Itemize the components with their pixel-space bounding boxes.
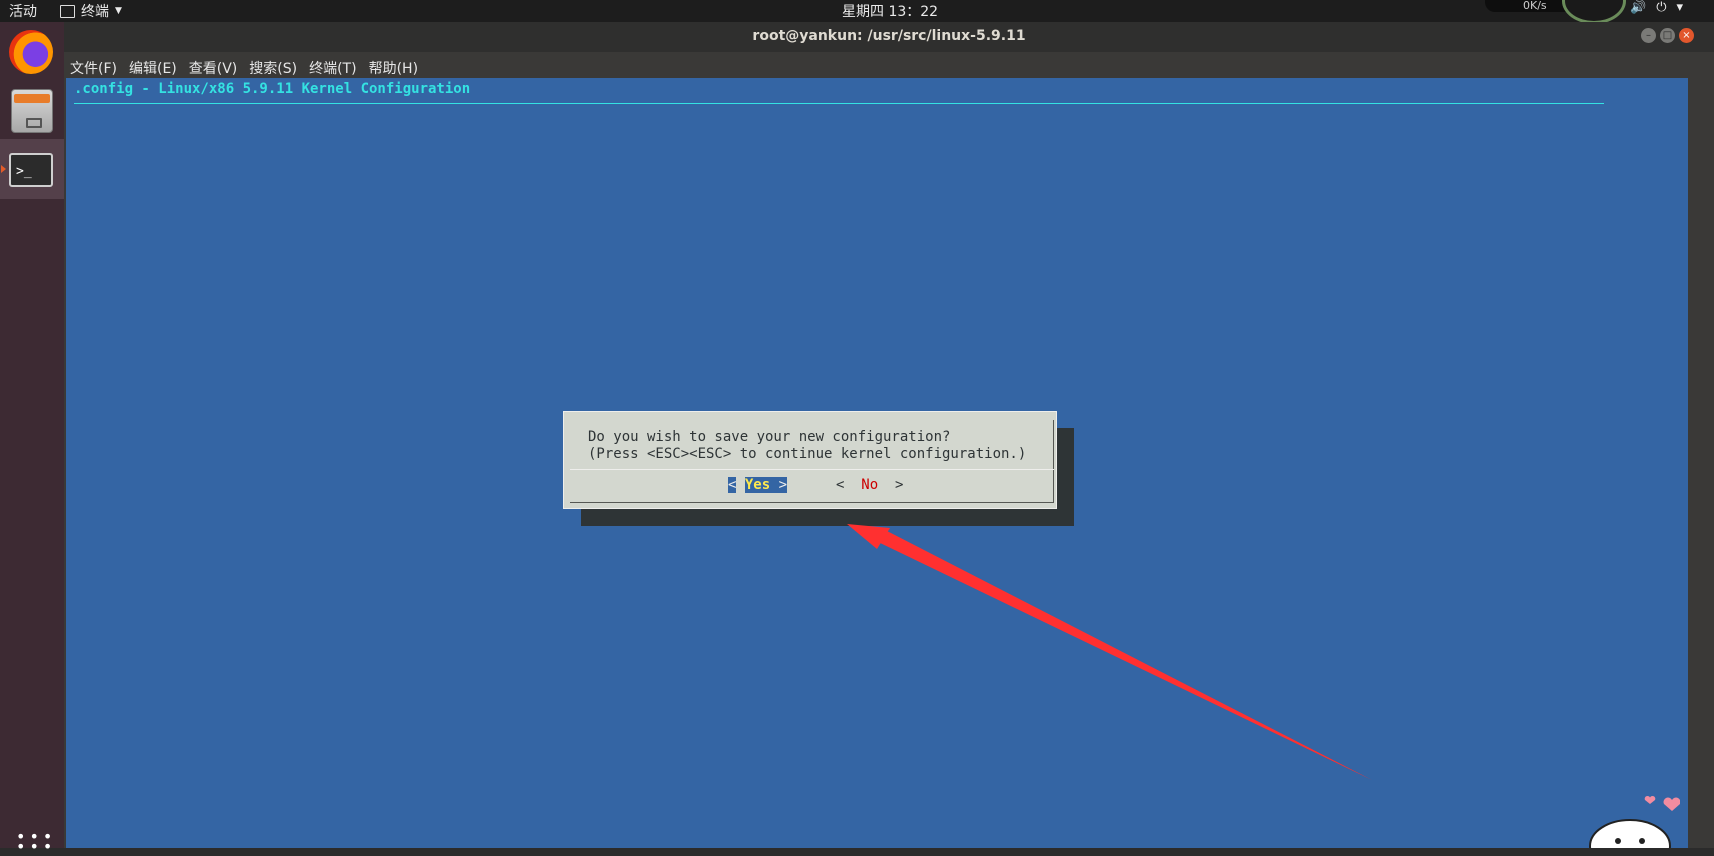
sticker-decoration bbox=[1589, 795, 1680, 848]
